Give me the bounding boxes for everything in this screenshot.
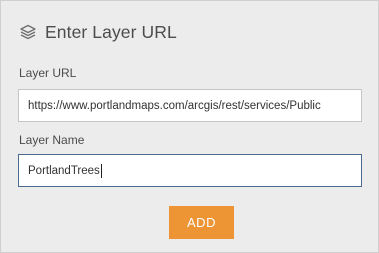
layer-name-value: PortlandTrees xyxy=(28,164,100,177)
layer-name-label: Layer Name xyxy=(19,133,85,147)
enter-layer-url-panel: Enter Layer URL Layer URL https://www.po… xyxy=(0,0,379,253)
layer-name-input[interactable]: PortlandTrees xyxy=(18,154,362,187)
panel-header: Enter Layer URL xyxy=(19,19,177,45)
layer-url-value: https://www.portlandmaps.com/arcgis/rest… xyxy=(28,99,321,112)
add-button[interactable]: ADD xyxy=(169,206,234,239)
layer-url-input[interactable]: https://www.portlandmaps.com/arcgis/rest… xyxy=(18,89,362,122)
layer-url-label: Layer URL xyxy=(19,66,77,80)
layers-icon xyxy=(19,23,37,41)
panel-title: Enter Layer URL xyxy=(45,21,177,42)
text-caret xyxy=(100,163,102,178)
